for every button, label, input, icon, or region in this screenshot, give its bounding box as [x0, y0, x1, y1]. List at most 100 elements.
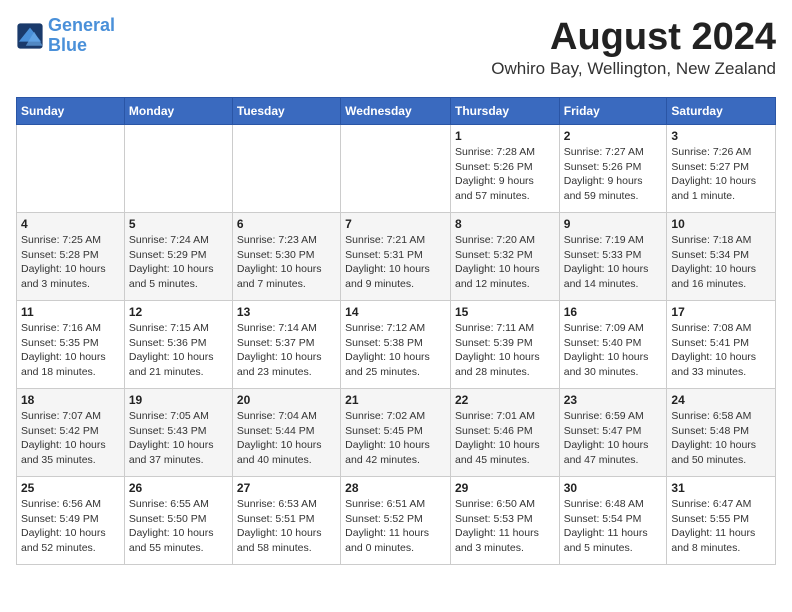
- day-number: 28: [345, 481, 446, 495]
- weekday-header-sunday: Sunday: [17, 98, 125, 125]
- calendar-cell: 23Sunrise: 6:59 AM Sunset: 5:47 PM Dayli…: [559, 389, 667, 477]
- calendar-cell: [232, 125, 340, 213]
- day-info: Sunrise: 7:05 AM Sunset: 5:43 PM Dayligh…: [129, 409, 228, 468]
- calendar-cell: 18 Sunrise: 7:07 AM Sunset: 5:42 PM Dayli…: [17, 389, 125, 477]
- week-row-3: 11 Sunrise: 7:16 AM Sunset: 5:35 PM Dayli…: [17, 301, 776, 389]
- day-info: Sunrise: 7:08 AM Sunset: 5:41 PM Dayligh…: [671, 321, 771, 380]
- calendar-cell: 31 Sunrise: 6:47 AM Sunset: 5:55 PM Dayli…: [667, 477, 776, 565]
- day-number: 19: [129, 393, 228, 407]
- day-info: Sunrise: 6:56 AM Sunset: 5:49 PM Dayligh…: [21, 497, 120, 556]
- weekday-header-thursday: Thursday: [450, 98, 559, 125]
- logo-icon: [16, 22, 44, 50]
- calendar-cell: 13 Sunrise: 7:14 AM Sunset: 5:37 PM Dayli…: [232, 301, 340, 389]
- day-number: 6: [237, 217, 336, 231]
- calendar-cell: 1 Sunrise: 7:28 AM Sunset: 5:26 PM Daylig…: [450, 125, 559, 213]
- calendar-cell: 17 Sunrise: 7:08 AM Sunset: 5:41 PM Dayli…: [667, 301, 776, 389]
- day-number: 27: [237, 481, 336, 495]
- logo: General Blue: [16, 16, 115, 56]
- day-info: Sunrise: 7:18 AM Sunset: 5:34 PM Dayligh…: [671, 233, 771, 292]
- day-info: Sunrise: 7:27 AM Sunset: 5:26 PM Dayligh…: [564, 145, 663, 204]
- weekday-header-tuesday: Tuesday: [232, 98, 340, 125]
- location-title: Owhiro Bay, Wellington, New Zealand: [491, 59, 776, 79]
- day-info: Sunrise: 6:47 AM Sunset: 5:55 PM Dayligh…: [671, 497, 771, 556]
- day-number: 7: [345, 217, 446, 231]
- calendar-cell: 22 Sunrise: 7:01 AM Sunset: 5:46 PM Dayli…: [450, 389, 559, 477]
- weekday-header-monday: Monday: [124, 98, 232, 125]
- day-number: 15: [455, 305, 555, 319]
- calendar-cell: 25 Sunrise: 6:56 AM Sunset: 5:49 PM Dayli…: [17, 477, 125, 565]
- day-number: 13: [237, 305, 336, 319]
- calendar-cell: 7 Sunrise: 7:21 AM Sunset: 5:31 PM Daylig…: [341, 213, 451, 301]
- day-number: 3: [671, 129, 771, 143]
- calendar-cell: 15 Sunrise: 7:11 AM Sunset: 5:39 PM Dayli…: [450, 301, 559, 389]
- calendar-cell: [341, 125, 451, 213]
- calendar-cell: 8Sunrise: 7:20 AM Sunset: 5:32 PM Daylig…: [450, 213, 559, 301]
- day-number: 22: [455, 393, 555, 407]
- day-number: 31: [671, 481, 771, 495]
- calendar-cell: 5 Sunrise: 7:24 AM Sunset: 5:29 PM Daylig…: [124, 213, 232, 301]
- day-info: Sunrise: 7:16 AM Sunset: 5:35 PM Dayligh…: [21, 321, 120, 380]
- day-info: Sunrise: 6:51 AM Sunset: 5:52 PM Dayligh…: [345, 497, 446, 556]
- calendar: SundayMondayTuesdayWednesdayThursdayFrid…: [16, 97, 776, 565]
- day-info: Sunrise: 7:09 AM Sunset: 5:40 PM Dayligh…: [564, 321, 663, 380]
- day-info: Sunrise: 7:23 AM Sunset: 5:30 PM Dayligh…: [237, 233, 336, 292]
- weekday-header-row: SundayMondayTuesdayWednesdayThursdayFrid…: [17, 98, 776, 125]
- day-number: 2: [564, 129, 663, 143]
- day-info: Sunrise: 7:19 AM Sunset: 5:33 PM Dayligh…: [564, 233, 663, 292]
- calendar-cell: 2 Sunrise: 7:27 AM Sunset: 5:26 PM Daylig…: [559, 125, 667, 213]
- calendar-cell: 9 Sunrise: 7:19 AM Sunset: 5:33 PM Daylig…: [559, 213, 667, 301]
- day-number: 11: [21, 305, 120, 319]
- calendar-cell: 21Sunrise: 7:02 AM Sunset: 5:45 PM Dayli…: [341, 389, 451, 477]
- day-info: Sunrise: 6:48 AM Sunset: 5:54 PM Dayligh…: [564, 497, 663, 556]
- day-number: 25: [21, 481, 120, 495]
- day-info: Sunrise: 6:55 AM Sunset: 5:50 PM Dayligh…: [129, 497, 228, 556]
- calendar-cell: 20 Sunrise: 7:04 AM Sunset: 5:44 PM Dayli…: [232, 389, 340, 477]
- day-info: Sunrise: 7:15 AM Sunset: 5:36 PM Dayligh…: [129, 321, 228, 380]
- week-row-5: 25 Sunrise: 6:56 AM Sunset: 5:49 PM Dayli…: [17, 477, 776, 565]
- calendar-cell: 3 Sunrise: 7:26 AM Sunset: 5:27 PM Daylig…: [667, 125, 776, 213]
- title-area: August 2024 Owhiro Bay, Wellington, New …: [491, 16, 776, 79]
- week-row-4: 18 Sunrise: 7:07 AM Sunset: 5:42 PM Dayli…: [17, 389, 776, 477]
- day-number: 12: [129, 305, 228, 319]
- calendar-cell: 4Sunrise: 7:25 AM Sunset: 5:28 PM Daylig…: [17, 213, 125, 301]
- day-info: Sunrise: 6:58 AM Sunset: 5:48 PM Dayligh…: [671, 409, 771, 468]
- day-info: Sunrise: 7:01 AM Sunset: 5:46 PM Dayligh…: [455, 409, 555, 468]
- day-info: Sunrise: 7:14 AM Sunset: 5:37 PM Dayligh…: [237, 321, 336, 380]
- calendar-cell: 27Sunrise: 6:53 AM Sunset: 5:51 PM Dayli…: [232, 477, 340, 565]
- day-number: 26: [129, 481, 228, 495]
- day-info: Sunrise: 7:21 AM Sunset: 5:31 PM Dayligh…: [345, 233, 446, 292]
- calendar-cell: 26 Sunrise: 6:55 AM Sunset: 5:50 PM Dayli…: [124, 477, 232, 565]
- day-number: 30: [564, 481, 663, 495]
- day-number: 24: [671, 393, 771, 407]
- day-number: 16: [564, 305, 663, 319]
- day-info: Sunrise: 7:11 AM Sunset: 5:39 PM Dayligh…: [455, 321, 555, 380]
- calendar-cell: 28 Sunrise: 6:51 AM Sunset: 5:52 PM Dayli…: [341, 477, 451, 565]
- day-number: 20: [237, 393, 336, 407]
- day-number: 5: [129, 217, 228, 231]
- day-number: 8: [455, 217, 555, 231]
- day-info: Sunrise: 7:04 AM Sunset: 5:44 PM Dayligh…: [237, 409, 336, 468]
- day-info: Sunrise: 7:24 AM Sunset: 5:29 PM Dayligh…: [129, 233, 228, 292]
- week-row-1: 1 Sunrise: 7:28 AM Sunset: 5:26 PM Daylig…: [17, 125, 776, 213]
- weekday-header-friday: Friday: [559, 98, 667, 125]
- day-info: Sunrise: 7:26 AM Sunset: 5:27 PM Dayligh…: [671, 145, 771, 204]
- day-number: 10: [671, 217, 771, 231]
- day-number: 21: [345, 393, 446, 407]
- calendar-cell: 16 Sunrise: 7:09 AM Sunset: 5:40 PM Dayli…: [559, 301, 667, 389]
- day-info: Sunrise: 7:07 AM Sunset: 5:42 PM Dayligh…: [21, 409, 120, 468]
- day-number: 14: [345, 305, 446, 319]
- calendar-cell: 14 Sunrise: 7:12 AM Sunset: 5:38 PM Dayli…: [341, 301, 451, 389]
- calendar-cell: 6 Sunrise: 7:23 AM Sunset: 5:30 PM Daylig…: [232, 213, 340, 301]
- day-number: 17: [671, 305, 771, 319]
- logo-text: General Blue: [48, 16, 115, 56]
- calendar-cell: 24 Sunrise: 6:58 AM Sunset: 5:48 PM Dayli…: [667, 389, 776, 477]
- weekday-header-saturday: Saturday: [667, 98, 776, 125]
- day-number: 1: [455, 129, 555, 143]
- calendar-cell: [124, 125, 232, 213]
- day-info: Sunrise: 7:28 AM Sunset: 5:26 PM Dayligh…: [455, 145, 555, 204]
- calendar-cell: 19 Sunrise: 7:05 AM Sunset: 5:43 PM Dayli…: [124, 389, 232, 477]
- day-info: Sunrise: 7:12 AM Sunset: 5:38 PM Dayligh…: [345, 321, 446, 380]
- calendar-cell: 10 Sunrise: 7:18 AM Sunset: 5:34 PM Dayli…: [667, 213, 776, 301]
- day-number: 9: [564, 217, 663, 231]
- day-number: 18: [21, 393, 120, 407]
